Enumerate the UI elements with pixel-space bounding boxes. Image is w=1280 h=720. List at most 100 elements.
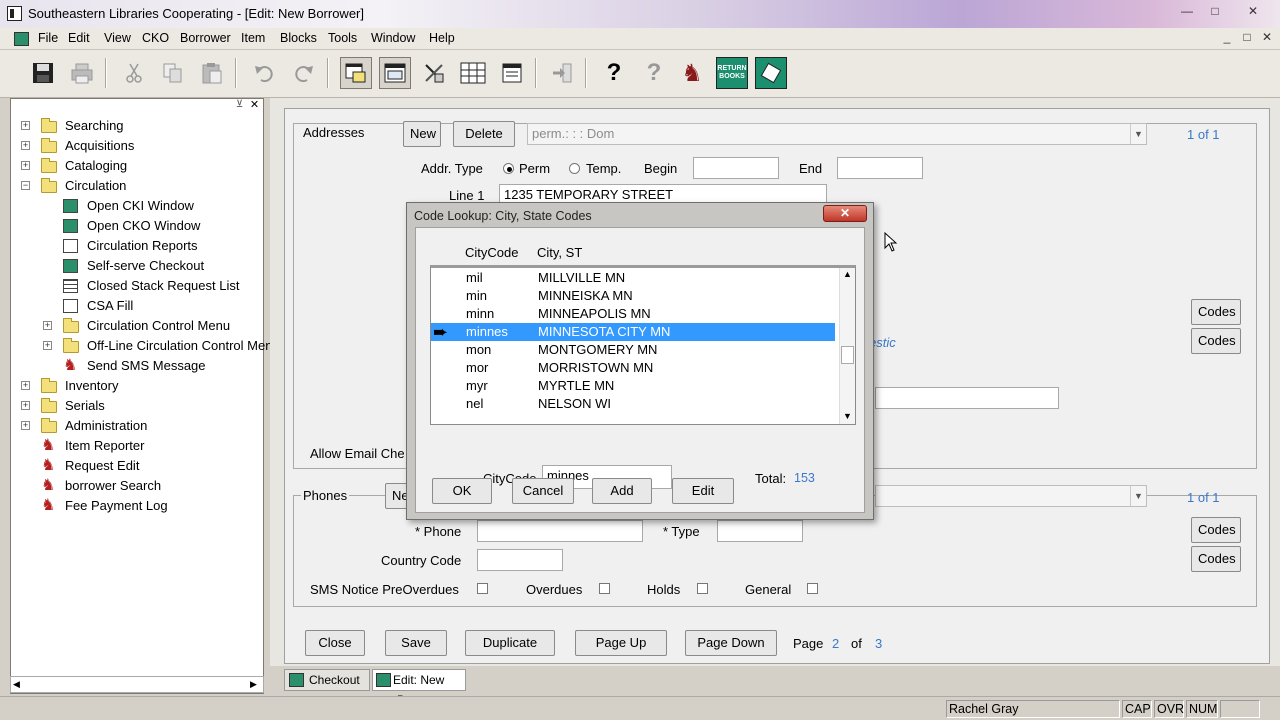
scroll-left-icon[interactable]: ◀ <box>13 679 20 690</box>
page-down-button[interactable]: Page Down <box>685 630 777 656</box>
tree-item-serials[interactable]: Serials <box>65 396 105 416</box>
tree-expander-icon[interactable]: + <box>43 341 52 350</box>
address-codes-button-1[interactable]: Codes <box>1191 299 1241 325</box>
tree-item-closed-stack-request-list[interactable]: Closed Stack Request List <box>87 276 239 296</box>
list-item[interactable]: myr MYRTLE MN <box>431 377 835 395</box>
list-item[interactable]: minnes MINNESOTA CITY MN <box>431 323 835 341</box>
tree-item-csa-fill[interactable]: CSA Fill <box>87 296 133 316</box>
scroll-thumb[interactable] <box>841 346 854 364</box>
menu-blocks[interactable]: Blocks <box>280 31 317 45</box>
tree-item-acquisitions[interactable]: Acquisitions <box>65 136 134 156</box>
col-city-header[interactable]: City, ST <box>537 245 582 260</box>
tab-checkout[interactable]: Checkout <box>284 669 370 691</box>
phone-select[interactable]: ▼ <box>875 485 1147 507</box>
window-a-icon[interactable] <box>340 57 372 89</box>
return-books-icon[interactable]: RETURN BOOKS <box>716 57 748 89</box>
tree-expander-icon[interactable]: + <box>21 141 30 150</box>
tree-item-off-line-circulation-control-men[interactable]: Off-Line Circulation Control Men <box>87 336 272 356</box>
close-window-button[interactable]: ✕ <box>1240 3 1266 21</box>
window-b-icon[interactable] <box>379 57 411 89</box>
context-help-icon[interactable]: ? <box>638 57 670 89</box>
close-button[interactable]: Close <box>305 630 365 656</box>
ok-button[interactable]: OK <box>432 478 492 504</box>
document-icon[interactable] <box>14 32 29 46</box>
list-item[interactable]: minn MINNEAPOLIS MN <box>431 305 835 323</box>
checkout-icon[interactable] <box>755 57 787 89</box>
tree-expander-icon[interactable]: + <box>43 321 52 330</box>
address-select[interactable]: perm.: : : Dom ▼ <box>527 123 1147 145</box>
list-item[interactable]: mon MONTGOMERY MN <box>431 341 835 359</box>
mdi-close-button[interactable]: ✕ <box>1254 29 1280 47</box>
country-code-input[interactable] <box>477 549 563 571</box>
list-scrollbar[interactable]: ▲ ▼ <box>839 268 855 424</box>
begin-date-input[interactable] <box>693 157 779 179</box>
menu-item[interactable]: Item <box>241 31 265 45</box>
address-delete-button[interactable]: Delete <box>453 121 515 147</box>
scroll-right-icon[interactable]: ▶ <box>250 679 257 690</box>
minimize-button[interactable]: — <box>1174 3 1200 21</box>
list-item[interactable]: nel NELSON WI <box>431 395 835 413</box>
tree-expander-icon[interactable]: + <box>21 421 30 430</box>
paste-icon[interactable] <box>196 57 228 89</box>
overdues-checkbox[interactable] <box>599 583 610 594</box>
list-item[interactable]: min MINNEISKA MN <box>431 287 835 305</box>
sms-preoverdues-checkbox[interactable] <box>477 583 488 594</box>
phone-codes-button-1[interactable]: Codes <box>1191 517 1241 543</box>
list-item[interactable]: mil MILLVILLE MN <box>431 269 835 287</box>
maximize-button[interactable]: □ <box>1202 3 1228 21</box>
grid-icon[interactable] <box>457 57 489 89</box>
tree-expander-icon[interactable]: − <box>21 181 30 190</box>
list-item[interactable]: mor MORRISTOWN MN <box>431 359 835 377</box>
menu-edit[interactable]: Edit <box>68 31 90 45</box>
menu-cko[interactable]: CKO <box>142 31 169 45</box>
tree-item-item-reporter[interactable]: Item Reporter <box>65 436 144 456</box>
menu-tools[interactable]: Tools <box>328 31 357 45</box>
undo-icon[interactable] <box>248 57 280 89</box>
save-icon[interactable] <box>27 57 59 89</box>
tree-item-fee-payment-log[interactable]: Fee Payment Log <box>65 496 168 516</box>
tree-item-circulation-reports[interactable]: Circulation Reports <box>87 236 198 256</box>
panel-close-icon[interactable]: ✕ <box>248 100 261 112</box>
print-icon[interactable] <box>66 57 98 89</box>
phone-codes-button-2[interactable]: Codes <box>1191 546 1241 572</box>
save-button[interactable]: Save <box>385 630 447 656</box>
exit-icon[interactable] <box>546 57 578 89</box>
tree-item-cataloging[interactable]: Cataloging <box>65 156 127 176</box>
copy-icon[interactable] <box>157 57 189 89</box>
menu-window[interactable]: Window <box>371 31 415 45</box>
col-citycode-header[interactable]: CityCode <box>465 245 518 260</box>
menu-help[interactable]: Help <box>429 31 455 45</box>
pin-icon[interactable]: ⊻ <box>233 100 246 112</box>
dialog-cancel-button[interactable]: Cancel <box>512 478 574 504</box>
tools-icon[interactable] <box>418 57 450 89</box>
tree-item-borrower-search[interactable]: borrower Search <box>65 476 161 496</box>
address-extra-input[interactable] <box>875 387 1059 409</box>
chevron-down-icon[interactable]: ▼ <box>1130 486 1146 506</box>
scroll-down-icon[interactable]: ▼ <box>843 411 852 421</box>
tree-item-open-cki-window[interactable]: Open CKI Window <box>87 196 194 216</box>
perm-radio[interactable] <box>503 163 514 174</box>
page-up-button[interactable]: Page Up <box>575 630 667 656</box>
form-icon[interactable] <box>496 57 528 89</box>
dialog-edit-button[interactable]: Edit <box>672 478 734 504</box>
tree-item-self-serve-checkout[interactable]: Self-serve Checkout <box>87 256 204 276</box>
chevron-down-icon[interactable]: ▼ <box>1130 124 1146 144</box>
temp-radio[interactable] <box>569 163 580 174</box>
duplicate-button[interactable]: Duplicate <box>465 630 555 656</box>
tree-item-circulation-control-menu[interactable]: Circulation Control Menu <box>87 316 230 336</box>
holds-checkbox[interactable] <box>697 583 708 594</box>
address-new-button[interactable]: New <box>403 121 441 147</box>
tree-item-searching[interactable]: Searching <box>65 116 124 136</box>
scroll-up-icon[interactable]: ▲ <box>843 269 852 279</box>
tab-edit-new-borrower[interactable]: Edit: New Bo... <box>372 669 466 707</box>
menu-borrower[interactable]: Borrower <box>180 31 231 45</box>
phone-input[interactable] <box>477 520 643 542</box>
dialog-add-button[interactable]: Add <box>592 478 652 504</box>
tree-item-inventory[interactable]: Inventory <box>65 376 118 396</box>
tree-expander-icon[interactable]: + <box>21 381 30 390</box>
tree-item-open-cko-window[interactable]: Open CKO Window <box>87 216 200 236</box>
tree-item-circulation[interactable]: Circulation <box>65 176 126 196</box>
menu-view[interactable]: View <box>104 31 131 45</box>
tree-expander-icon[interactable]: + <box>21 401 30 410</box>
tree-item-administration[interactable]: Administration <box>65 416 147 436</box>
